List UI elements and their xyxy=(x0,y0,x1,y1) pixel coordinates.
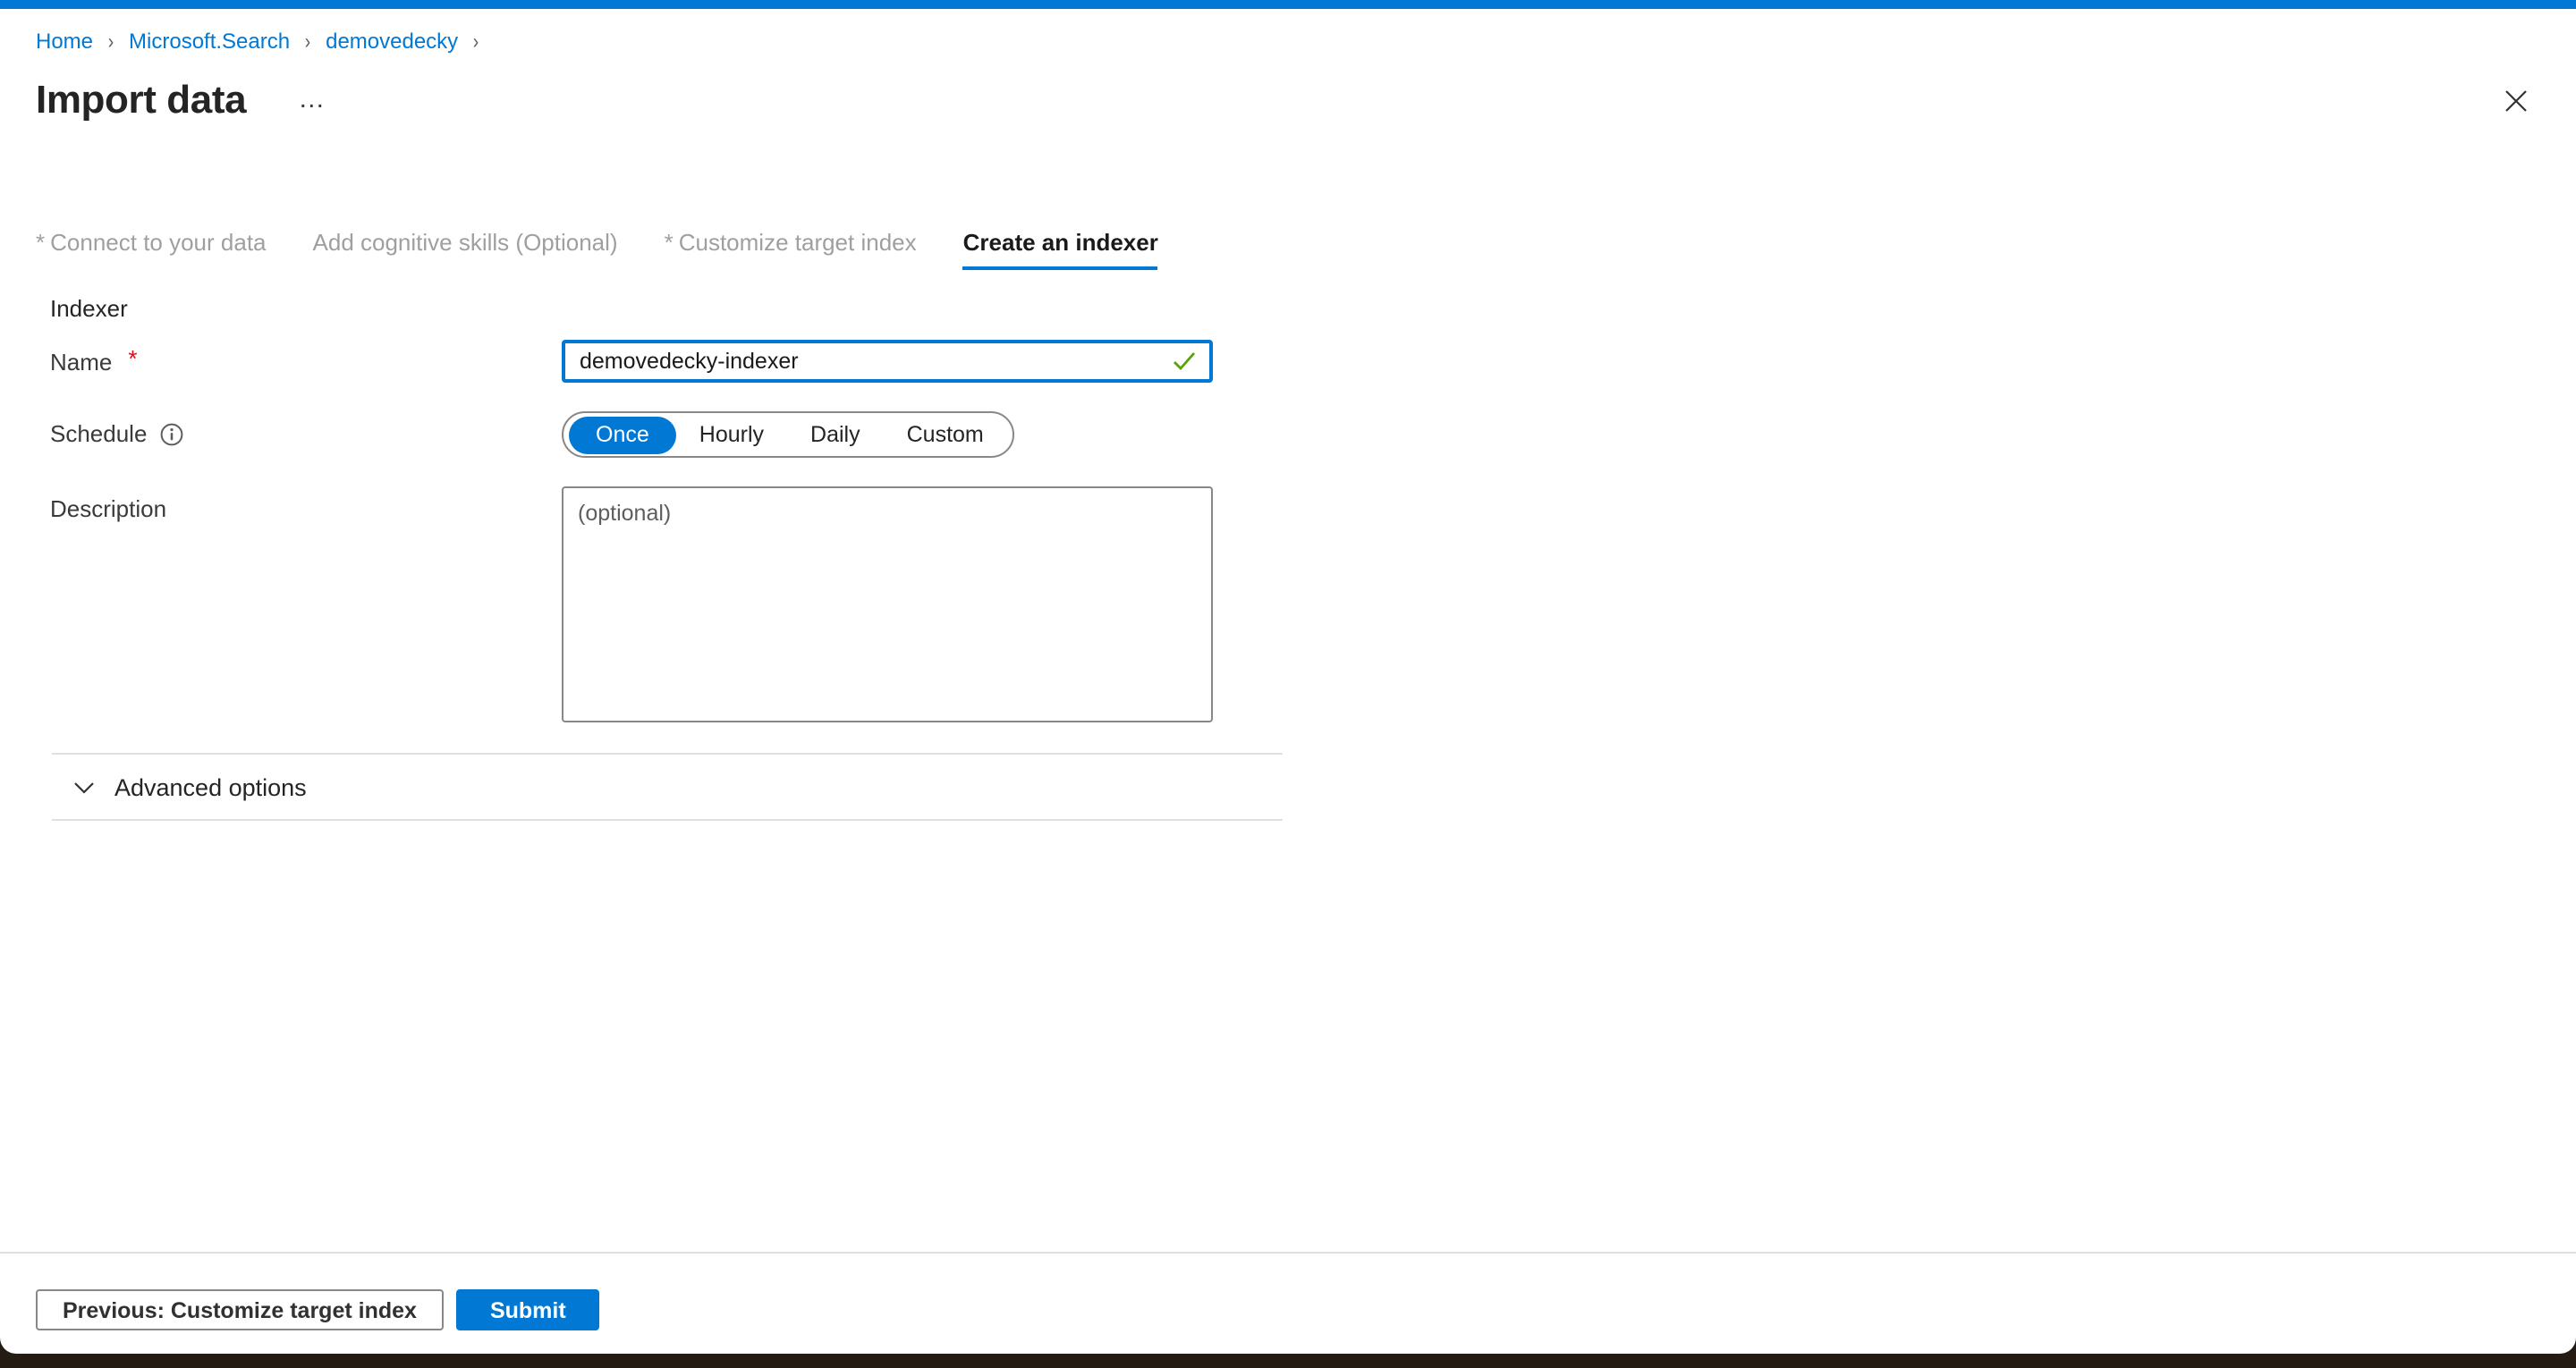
tab-label: Create an indexer xyxy=(963,229,1158,256)
chevron-down-icon xyxy=(73,781,95,793)
divider xyxy=(52,819,1283,821)
tab-customize-target-index[interactable]: *Customize target index xyxy=(665,229,917,270)
close-icon xyxy=(2504,89,2527,112)
more-options-button[interactable]: … xyxy=(294,91,330,109)
description-label-group: Description xyxy=(50,486,562,522)
breadcrumb-separator-icon: › xyxy=(305,29,310,55)
required-mark: * xyxy=(128,345,137,372)
tab-required-mark: * xyxy=(36,229,45,256)
schedule-label: Schedule xyxy=(50,420,147,447)
footer-divider xyxy=(0,1252,2576,1254)
schedule-label-group: Schedule xyxy=(50,411,562,447)
tab-label: Add cognitive skills (Optional) xyxy=(313,229,618,256)
validation-check-icon xyxy=(1172,350,1197,372)
footer-buttons: Previous: Customize target index Submit xyxy=(36,1289,2576,1330)
breadcrumb-item-microsoft-search[interactable]: Microsoft.Search xyxy=(129,29,290,55)
section-title-indexer: Indexer xyxy=(50,295,2576,322)
description-field-row: Description xyxy=(50,486,2576,722)
wizard-footer: Previous: Customize target index Submit xyxy=(0,1252,2576,1330)
breadcrumb-item-home[interactable]: Home xyxy=(36,29,93,55)
tab-label: Connect to your data xyxy=(50,229,266,256)
page-title: Import data xyxy=(36,73,246,127)
tab-required-mark: * xyxy=(665,229,674,256)
breadcrumb-separator-icon: › xyxy=(108,29,114,55)
tab-label: Customize target index xyxy=(679,229,917,256)
description-textarea[interactable] xyxy=(562,486,1213,722)
advanced-options-toggle[interactable]: Advanced options xyxy=(0,755,2576,819)
info-icon[interactable] xyxy=(159,421,184,446)
name-label: Name xyxy=(50,349,112,376)
name-label-group: Name * xyxy=(50,340,562,376)
import-data-panel: Home › Microsoft.Search › demovedecky › … xyxy=(0,0,2576,1354)
portal-top-accent-bar xyxy=(0,0,2576,9)
name-input-wrap xyxy=(562,340,1213,383)
breadcrumb: Home › Microsoft.Search › demovedecky › xyxy=(36,29,2576,55)
schedule-option-custom[interactable]: Custom xyxy=(884,416,1007,453)
description-label: Description xyxy=(50,495,166,522)
previous-step-button[interactable]: Previous: Customize target index xyxy=(36,1289,444,1330)
indexer-name-input[interactable] xyxy=(562,340,1213,383)
indexer-form: Indexer Name * Schedule xyxy=(50,295,2576,722)
schedule-field-row: Schedule Once Hourly Daily Custom xyxy=(50,411,2576,458)
schedule-option-daily[interactable]: Daily xyxy=(787,416,884,453)
page-header: Import data … xyxy=(36,73,2576,127)
name-field-row: Name * xyxy=(50,340,2576,383)
breadcrumb-separator-icon: › xyxy=(473,29,479,55)
portal-viewport: Home › Microsoft.Search › demovedecky › … xyxy=(0,0,2576,1368)
submit-button[interactable]: Submit xyxy=(456,1289,600,1330)
schedule-option-once[interactable]: Once xyxy=(569,416,676,453)
tab-connect-to-your-data[interactable]: *Connect to your data xyxy=(36,229,267,270)
close-button[interactable] xyxy=(2494,79,2537,122)
advanced-options-label: Advanced options xyxy=(114,773,307,800)
schedule-option-hourly[interactable]: Hourly xyxy=(676,416,787,453)
breadcrumb-item-demovedecky[interactable]: demovedecky xyxy=(326,29,458,55)
tab-create-an-indexer[interactable]: Create an indexer xyxy=(963,229,1158,270)
wizard-tabs: *Connect to your data Add cognitive skil… xyxy=(36,229,2576,270)
schedule-toggle-group: Once Hourly Daily Custom xyxy=(562,411,1014,458)
tab-add-cognitive-skills[interactable]: Add cognitive skills (Optional) xyxy=(313,229,618,270)
